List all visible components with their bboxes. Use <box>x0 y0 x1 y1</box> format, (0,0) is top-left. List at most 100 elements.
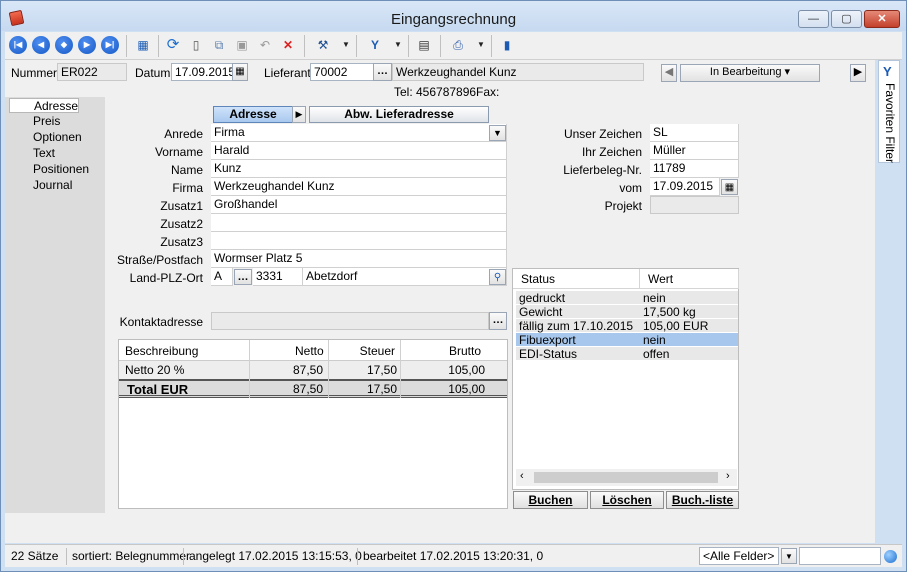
filter-icon: Y <box>883 64 892 79</box>
telephone-text: Tel: 456787896 <box>394 85 477 99</box>
lieferbeleg-field[interactable]: 11789 <box>650 160 739 178</box>
horizontal-scrollbar[interactable]: ‹ › <box>516 469 737 486</box>
chevron-down-icon[interactable]: ▼ <box>781 548 797 564</box>
calendar-icon[interactable]: ▦ <box>721 179 738 195</box>
lieferant-number-field[interactable]: 70002 <box>310 63 374 81</box>
status-prev-button[interactable]: ◀ <box>661 64 677 82</box>
status-cell: Gewicht <box>519 305 563 319</box>
table-row[interactable]: EDI-Status offen <box>516 347 738 361</box>
created-info: angelegt 17.02.2015 13:15:53, 0 <box>189 549 362 563</box>
nummer-field[interactable]: ER022 <box>57 63 127 81</box>
vorname-field[interactable]: Harald <box>211 142 507 160</box>
unser-zeichen-field[interactable]: SL <box>650 124 739 142</box>
ihr-zeichen-label: Ihr Zeichen <box>581 145 642 159</box>
grid-icon[interactable]: ▦ <box>134 36 152 54</box>
nav-item-preis[interactable]: Preis <box>9 114 79 129</box>
nav-item-positionen[interactable]: Positionen <box>9 162 89 177</box>
zusatz2-field[interactable] <box>211 214 507 232</box>
name-field[interactable]: Kunz <box>211 160 507 178</box>
toolbar-separator <box>440 35 441 57</box>
nav-item-optionen[interactable]: Optionen <box>9 130 82 145</box>
scrollbar-thumb[interactable] <box>534 472 718 483</box>
ort-field[interactable]: Abetzdorf <box>303 268 507 286</box>
total-label: Total EUR <box>127 382 189 397</box>
print-icon[interactable]: ⎙ <box>449 36 467 54</box>
toggle-icon[interactable]: ◆ <box>55 36 73 54</box>
save-icon[interactable]: ▣ <box>233 36 251 54</box>
lieferant-lookup-button[interactable]: … <box>373 63 392 81</box>
filter-field-select[interactable]: <Alle Felder> <box>699 547 779 565</box>
table-row-selected[interactable]: Fibuexport nein <box>516 333 738 347</box>
search-input[interactable] <box>799 547 881 565</box>
chevron-down-icon[interactable]: ▼ <box>342 36 350 54</box>
tab-abw-lieferadresse[interactable]: Abw. Lieferadresse <box>309 106 489 123</box>
next-icon[interactable]: ▶ <box>78 36 96 54</box>
vom-field[interactable]: 17.09.2015 <box>650 178 720 196</box>
wert-cell: nein <box>643 291 666 305</box>
undo-icon[interactable]: ↶ <box>256 36 274 54</box>
buchliste-button[interactable]: Buch.-liste <box>666 491 739 509</box>
total-brutto: 105,00 <box>448 382 485 396</box>
favoriten-filter-tab[interactable]: Y Favoriten Filter <box>878 60 900 163</box>
kontaktadresse-field[interactable] <box>211 312 489 330</box>
lieferant-name-field: Werkzeughandel Kunz <box>392 63 644 81</box>
chevron-down-icon[interactable]: ▼ <box>394 36 402 54</box>
calendar-icon[interactable]: ▦ <box>232 63 248 81</box>
delete-icon[interactable]: ✕ <box>279 36 297 54</box>
globe-icon[interactable] <box>884 550 897 563</box>
pin-icon[interactable]: ⚲ <box>489 269 506 285</box>
vom-label: vom <box>619 181 642 195</box>
projekt-field[interactable] <box>650 196 739 214</box>
status-bar: 22 Sätze sortiert: Belegnummer angelegt … <box>5 544 902 567</box>
book-icon[interactable]: ▮ <box>498 36 516 54</box>
new-icon[interactable]: ▯ <box>187 36 205 54</box>
table-row[interactable]: gedruckt nein <box>516 291 738 305</box>
land-lookup-button[interactable]: … <box>234 269 252 285</box>
column-header-wert: Wert <box>640 269 739 289</box>
minimize-button[interactable]: — <box>798 10 829 28</box>
status-dropdown[interactable]: In Bearbeitung ▾ <box>680 64 820 82</box>
plz-field[interactable]: 3331 <box>253 268 303 286</box>
tab-adresse[interactable]: Adresse <box>213 106 293 123</box>
chevron-down-icon[interactable]: ▼ <box>477 36 485 54</box>
anrede-select[interactable]: Firma <box>211 124 507 142</box>
status-cell: Fibuexport <box>519 333 576 347</box>
favoriten-filter-label: Favoriten Filter <box>883 83 897 164</box>
refresh-icon[interactable]: ⟳ <box>164 36 182 54</box>
kontakt-lookup-button[interactable]: … <box>489 312 507 330</box>
close-button[interactable]: ✕ <box>864 10 900 28</box>
buchen-button[interactable]: Buchen <box>513 491 588 509</box>
toolbar-separator <box>491 35 492 57</box>
copy-icon[interactable]: ⧉ <box>210 36 228 54</box>
loeschen-button[interactable]: Löschen <box>590 491 664 509</box>
prev-icon[interactable]: ◀ <box>32 36 50 54</box>
scroll-left-icon[interactable]: ‹ <box>520 470 524 482</box>
status-value: In Bearbeitung <box>709 66 782 78</box>
column-header-brutto: Brutto <box>448 344 481 358</box>
status-next-button[interactable]: ▶ <box>850 64 866 82</box>
modified-info: bearbeitet 17.02.2015 13:20:31, 0 <box>363 549 544 563</box>
tab-arrow-icon[interactable]: ▶ <box>292 106 306 123</box>
tools-icon[interactable]: ⚒ <box>314 36 332 54</box>
zusatz1-field[interactable]: Großhandel <box>211 196 507 214</box>
maximize-button[interactable]: ▢ <box>831 10 862 28</box>
scroll-right-icon[interactable]: › <box>726 470 730 482</box>
firma-field[interactable]: Werkzeughandel Kunz <box>211 178 507 196</box>
datum-field[interactable]: 17.09.2015 <box>171 63 233 81</box>
table-row[interactable]: Gewicht 17,500 kg <box>516 305 738 319</box>
first-icon[interactable]: |◀ <box>9 36 27 54</box>
chevron-down-icon[interactable]: ▼ <box>489 125 506 141</box>
toolbar-separator <box>408 35 409 57</box>
filter-icon[interactable]: Y <box>366 36 384 54</box>
nav-item-adresse[interactable]: Adresse <box>9 98 79 113</box>
table-row[interactable]: fällig zum 17.10.2015 105,00 EUR <box>516 319 738 333</box>
land-field[interactable]: A <box>211 268 233 286</box>
firma-label: Firma <box>172 181 203 195</box>
nav-item-text[interactable]: Text <box>9 146 79 161</box>
zusatz3-field[interactable] <box>211 232 507 250</box>
report-icon[interactable]: ▤ <box>415 36 433 54</box>
ihr-zeichen-field[interactable]: Müller <box>650 142 739 160</box>
strasse-field[interactable]: Wormser Platz 5 <box>211 250 507 268</box>
last-icon[interactable]: ▶| <box>101 36 119 54</box>
nav-item-journal[interactable]: Journal <box>9 178 79 193</box>
